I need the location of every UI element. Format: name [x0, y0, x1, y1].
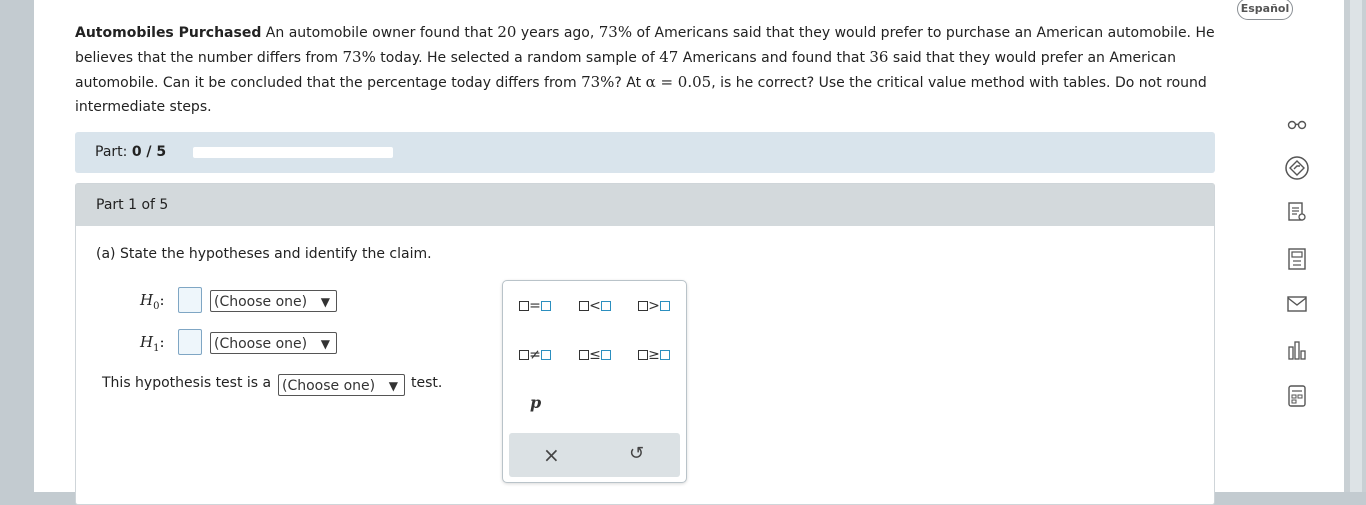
- placeholder-box: [638, 301, 649, 311]
- h1-label: H1:: [140, 333, 165, 354]
- close-icon[interactable]: ×: [543, 443, 560, 467]
- math-palette: = < > ≠ ≤ ≥ p × ↺: [502, 280, 687, 483]
- chevron-down-icon: ▼: [320, 337, 330, 351]
- progress-track: [193, 147, 393, 158]
- op-symbol: ≠: [529, 347, 541, 363]
- problem-title: Automobiles Purchased: [75, 25, 262, 41]
- placeholder-box: [600, 301, 611, 311]
- less-than-button[interactable]: <: [573, 295, 617, 317]
- part-header: Part 1 of 5: [76, 184, 1214, 226]
- mail-icon[interactable]: [1281, 292, 1313, 324]
- colon: :: [159, 333, 165, 351]
- test-suffix: test.: [411, 375, 443, 391]
- op-symbol: ≤: [589, 347, 601, 363]
- problem-text: An automobile owner found that: [261, 25, 498, 41]
- language-button[interactable]: Español: [1237, 0, 1293, 20]
- progress-value: 0 / 5: [131, 144, 167, 160]
- pct-value: 73%: [581, 73, 615, 91]
- h-letter: H: [140, 333, 154, 351]
- progress-text: Part:: [95, 144, 128, 160]
- chart-icon[interactable]: [1281, 339, 1313, 371]
- placeholder-box: [659, 350, 670, 360]
- placeholder-box: [579, 350, 590, 360]
- sample-size: 47: [659, 48, 679, 66]
- op-symbol: =: [529, 298, 541, 314]
- less-equal-button[interactable]: ≤: [573, 344, 617, 366]
- placeholder-box: [519, 350, 530, 360]
- pct-value: 73%: [342, 48, 376, 66]
- colon: :: [159, 291, 165, 309]
- chevron-down-icon: ▼: [388, 379, 398, 393]
- equals-button[interactable]: =: [513, 295, 557, 317]
- alpha-value: α = 0.05: [645, 73, 712, 91]
- compass-icon[interactable]: [1281, 155, 1313, 187]
- h0-input[interactable]: [178, 287, 202, 313]
- years-value: 20: [497, 23, 517, 41]
- placeholder-box: [638, 350, 649, 360]
- undo-icon[interactable]: ↺: [629, 443, 644, 464]
- greater-equal-button[interactable]: ≥: [632, 344, 676, 366]
- successes: 36: [869, 48, 889, 66]
- h1-claim-select[interactable]: (Choose one) ▼: [210, 332, 337, 354]
- glasses-icon[interactable]: [1281, 110, 1313, 142]
- question-text: (a) State the hypotheses and identify th…: [96, 246, 432, 262]
- pct-value: 73%: [598, 23, 633, 41]
- test-prefix: This hypothesis test is a: [102, 375, 272, 391]
- notes-icon[interactable]: [1281, 201, 1313, 233]
- chevron-down-icon: ▼: [320, 295, 330, 309]
- progress-bar-container: Part: 0 / 5: [75, 132, 1215, 173]
- progress-label: Part: 0 / 5: [95, 144, 166, 160]
- calculator-icon[interactable]: [1281, 247, 1313, 279]
- problem-text: ? At: [614, 75, 646, 91]
- not-equal-button[interactable]: ≠: [513, 344, 557, 366]
- part-header-text: Part 1 of 5: [96, 197, 169, 213]
- placeholder-box: [540, 350, 551, 360]
- placeholder-box: [540, 301, 551, 311]
- problem-text: Americans and found that: [678, 50, 870, 66]
- select-value: (Choose one): [214, 294, 308, 310]
- palette-footer: × ↺: [509, 433, 680, 477]
- test-type-line: This hypothesis test is a: [102, 375, 271, 391]
- problem-statement: Automobiles Purchased An automobile owne…: [75, 20, 1215, 119]
- placeholder-box: [659, 301, 670, 311]
- page: Automobiles Purchased An automobile owne…: [34, 0, 1344, 505]
- placeholder-box: [579, 301, 590, 311]
- problem-text: years ago,: [516, 25, 599, 41]
- op-symbol: >: [648, 298, 660, 314]
- reference-icon[interactable]: [1281, 384, 1313, 416]
- select-value: (Choose one): [214, 336, 308, 352]
- h0-label: H0:: [140, 291, 165, 312]
- placeholder-box: [519, 301, 530, 311]
- op-symbol: ≥: [648, 347, 660, 363]
- problem-text: today. He selected a random sample of: [375, 50, 660, 66]
- greater-than-button[interactable]: >: [632, 295, 676, 317]
- test-type-select[interactable]: (Choose one) ▼: [278, 374, 405, 396]
- h-letter: H: [140, 291, 154, 309]
- p-variable-button[interactable]: p: [530, 393, 541, 412]
- placeholder-box: [600, 350, 611, 360]
- h1-input[interactable]: [178, 329, 202, 355]
- select-value: (Choose one): [282, 378, 376, 394]
- op-symbol: <: [589, 298, 601, 314]
- h0-claim-select[interactable]: (Choose one) ▼: [210, 290, 337, 312]
- scrollbar-thumb[interactable]: [1350, 0, 1362, 492]
